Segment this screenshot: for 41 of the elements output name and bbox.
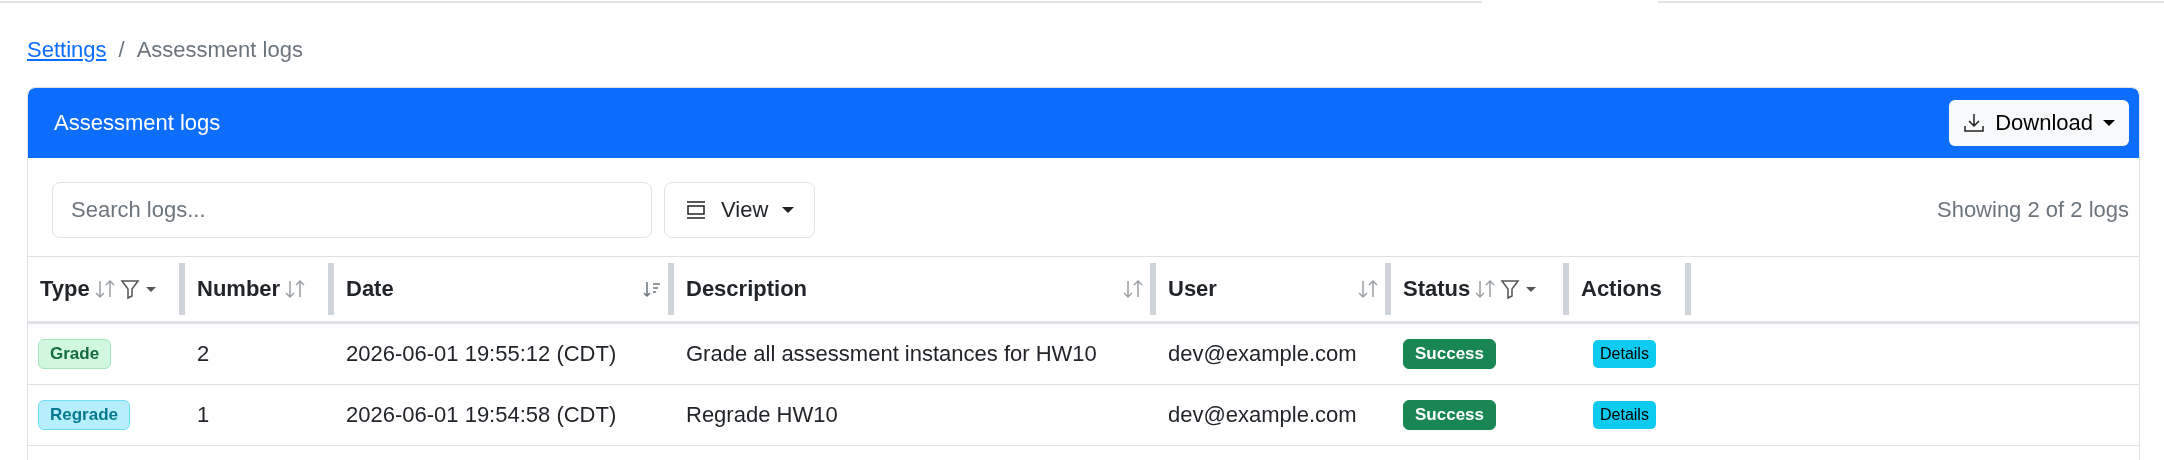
results-count: Showing 2 of 2 logs [1936,197,2129,223]
sort-icon[interactable] [1474,278,1497,300]
type-badge: Regrade [38,400,131,430]
sort-icon[interactable] [284,278,307,300]
table-cell-text: dev@example.com [1167,340,1358,368]
filter-icon[interactable] [1500,278,1539,300]
column-header[interactable]: Type [40,276,90,302]
details-button[interactable]: Details [1593,401,1656,429]
breadcrumb-separator: / [118,37,125,63]
download-icon [1963,112,1986,134]
caret-icon [782,206,795,214]
search-field[interactable]: Search logs... [52,182,652,238]
view-icon [685,200,707,220]
table-cell-text: Grade all assessment instances for HW10 [685,340,1098,368]
breadcrumb-link[interactable]: Settings [27,37,107,63]
column-header[interactable]: Number [197,276,281,302]
column-header[interactable]: User [1168,276,1217,302]
column-header[interactable]: Date [346,276,394,302]
status-badge: Success [1403,400,1496,430]
table-cell-text: 2 [196,340,211,368]
card-title: Assessment logs [54,110,221,136]
breadcrumb-current: Assessment logs [136,37,303,63]
table-cell-text: 2026-06-01 19:55:12 (CDT) [345,340,618,368]
table-cell-text: 1 [196,401,211,429]
sort-icon[interactable] [1122,278,1144,300]
download-button[interactable]: Download [1949,100,2129,146]
table-cell-text: dev@example.com [1167,401,1358,429]
table-cell-text: Regrade HW10 [685,401,839,429]
view-button[interactable]: View [664,182,816,238]
sort-icon[interactable] [1357,278,1379,300]
column-header[interactable]: Actions [1581,276,1662,302]
column-header[interactable]: Description [686,276,808,302]
details-button[interactable]: Details [1593,340,1656,368]
sort-icon[interactable] [93,278,116,300]
column-header[interactable]: Status [1403,276,1471,302]
caret-icon [2103,119,2115,127]
status-badge: Success [1403,339,1496,369]
sort-descending-icon[interactable] [642,279,662,299]
type-badge: Grade [38,339,112,369]
table-cell-text: 2026-06-01 19:54:58 (CDT) [345,401,618,429]
filter-icon[interactable] [119,278,158,300]
